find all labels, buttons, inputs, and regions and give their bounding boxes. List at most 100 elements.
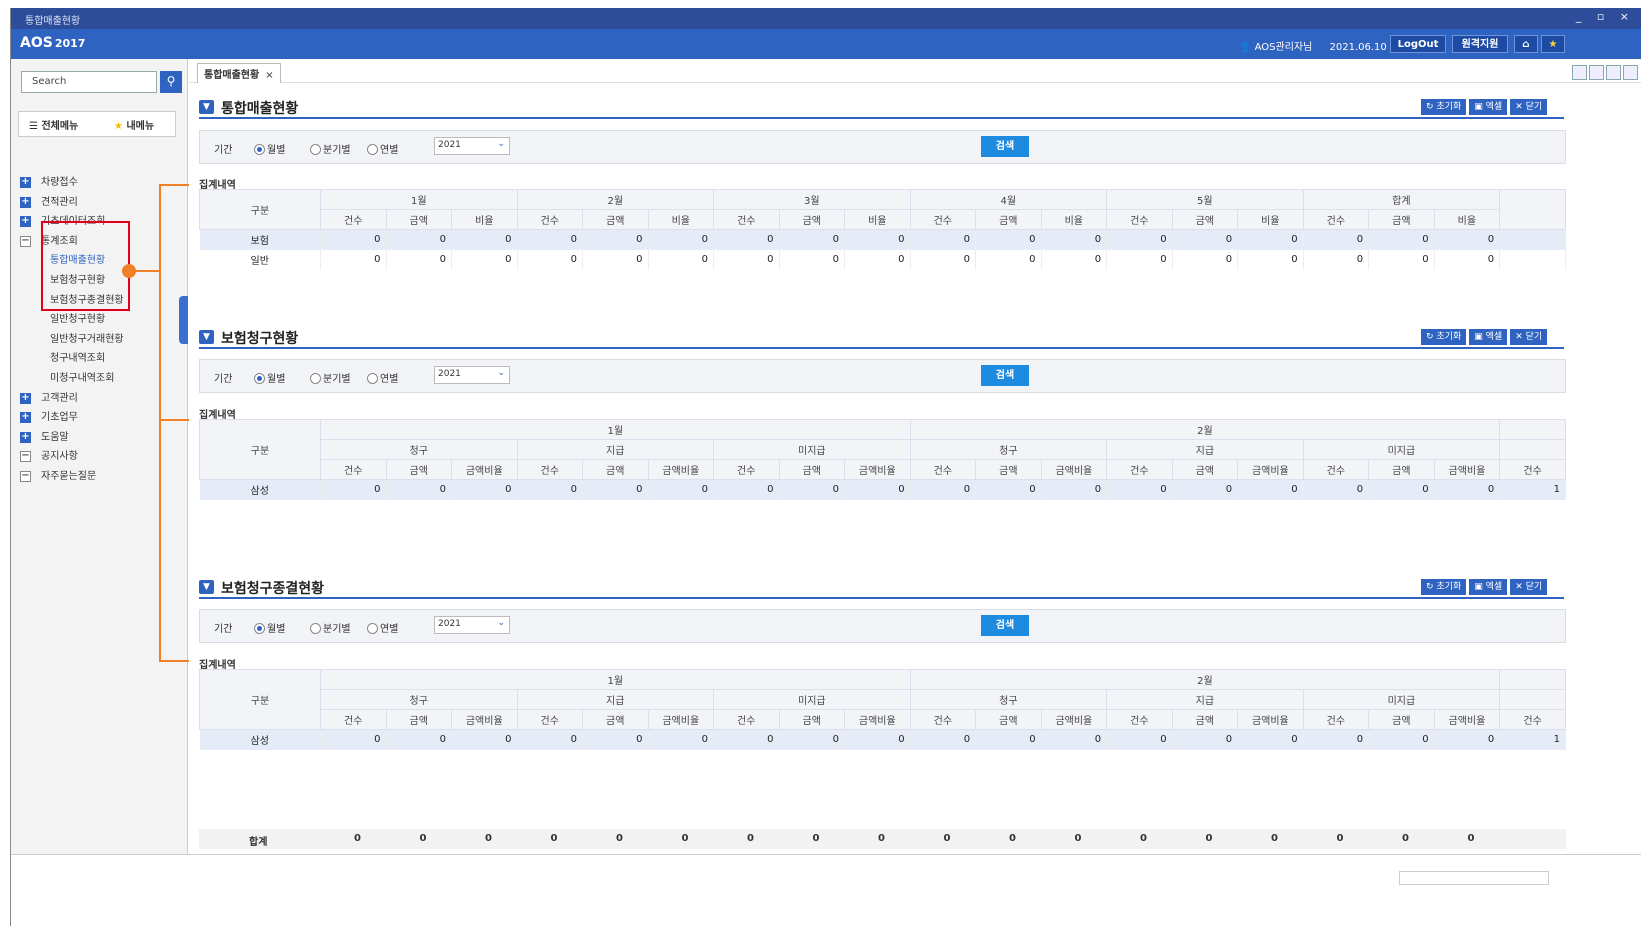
radio-monthly[interactable]: 월별 [254,620,285,635]
header-metric: 금액비율 [1040,709,1108,730]
search-icon[interactable]: ⚲ [160,71,182,93]
radio-button[interactable] [254,373,265,384]
expand-icon[interactable]: + [20,216,31,228]
header-metric: 금액 [1171,459,1239,480]
radio-quarterly[interactable]: 분기별 [310,141,351,156]
chevron-down-icon[interactable]: ▼ [199,330,214,344]
grid-icon[interactable] [1623,65,1638,80]
expand-icon[interactable]: + [20,431,31,443]
radio-yearly[interactable]: 연별 [367,620,398,635]
table-cell: 0 [386,479,452,500]
header-metric: 건수 [713,709,780,730]
sidebar-item-label: 청구내역조회 [50,353,106,365]
table-row[interactable]: 보험 0 0 0 0 0 0 0 0 0 0 0 0 0 0 0 0 0 0 [199,229,1566,250]
radio-button[interactable] [310,623,321,634]
radio-yearly[interactable]: 연별 [367,141,398,156]
total-cell: 0 [812,833,820,844]
search-button[interactable]: 검색 [981,365,1029,386]
table-cell: 0 [1434,729,1501,750]
radio-quarterly[interactable]: 분기별 [310,370,351,385]
header-category: 구분 [199,669,321,730]
close-icon[interactable]: × [265,70,273,81]
total-cell: 0 [485,833,492,844]
table-cell [1499,229,1566,250]
radio-button[interactable] [254,144,265,155]
radio-button[interactable] [367,623,378,634]
header-metric: 건수 [1499,709,1566,730]
table-cell: 0 [1106,229,1173,250]
chevron-down-icon[interactable]: ▼ [199,580,214,594]
expand-icon[interactable]: + [20,196,31,208]
radio-monthly[interactable]: 월별 [254,141,285,156]
close-button[interactable]: ✕ 닫기 [1510,99,1548,115]
radio-yearly[interactable]: 연별 [367,370,398,385]
connector-line [159,660,189,662]
collapse-icon[interactable]: − [20,470,31,482]
header-metric: 건수 [713,209,780,230]
table-cell: 0 [1041,249,1108,270]
header-group: 미지급 [1302,689,1501,710]
excel-button[interactable]: ▣ 엑셀 [1469,579,1508,595]
reset-button[interactable]: ↻ 초기화 [1421,329,1467,345]
close-button[interactable]: ✕ 닫기 [1510,579,1548,595]
collapse-icon[interactable]: − [20,451,31,463]
table-row[interactable]: 삼성 0 0 0 0 0 0 0 0 0 0 0 0 0 0 0 0 0 0 1 [199,479,1566,500]
button-label: 엑셀 [1485,582,1503,592]
sidebar-item-label: 자주묻는질문 [41,470,97,482]
reset-button[interactable]: ↻ 초기화 [1421,579,1467,595]
header-month: 5월 [1106,189,1304,210]
table-row[interactable]: 삼성 0 0 0 0 0 0 0 0 0 0 0 0 0 0 0 0 0 0 1 [199,729,1566,750]
chevron-down-icon[interactable]: ▼ [199,100,214,114]
logout-button[interactable]: LogOut [1390,35,1446,53]
menu-tabs: ☰ 전체메뉴 ★ 내메뉴 [18,111,176,137]
table-cell: 0 [975,479,1042,500]
reset-button[interactable]: ↻ 초기화 [1421,99,1467,115]
search-button[interactable]: 검색 [981,615,1029,636]
total-cell: 0 [1140,833,1147,844]
window-icon[interactable] [1606,65,1621,80]
refresh-icon[interactable] [1572,65,1587,80]
header-metric: 건수 [713,459,780,480]
table-cell: 0 [1172,249,1239,270]
close-button[interactable]: ✕ 닫기 [1510,329,1548,345]
table-row[interactable]: 일반 0 0 0 0 0 0 0 0 0 0 0 0 0 0 0 0 0 0 [199,249,1566,270]
table-cell: 0 [1303,229,1370,250]
expand-icon[interactable] [1589,65,1604,80]
table-cell: 0 [582,479,649,500]
header-metric: 금액 [975,709,1042,730]
sidebar-collapse-handle[interactable] [179,296,188,344]
search-button[interactable]: 검색 [981,136,1029,157]
header-group: 청구 [320,439,518,460]
expand-icon[interactable]: + [20,412,31,424]
radio-button[interactable] [367,144,378,155]
expand-icon[interactable]: + [20,392,31,404]
year-select[interactable]: 2021 ⌄ [434,616,510,634]
tab-my-menu[interactable]: ★ 내메뉴 [114,117,154,132]
search-input[interactable]: Search [21,71,157,93]
excel-button[interactable]: ▣ 엑셀 [1469,99,1508,115]
collapse-icon[interactable]: − [20,235,31,247]
radio-button[interactable] [254,623,265,634]
excel-button[interactable]: ▣ 엑셀 [1469,329,1508,345]
tab-all-menu[interactable]: ☰ 전체메뉴 [29,117,78,132]
year-select[interactable]: 2021 ⌄ [434,366,510,384]
radio-button[interactable] [310,373,321,384]
header-group: 지급 [1106,439,1304,460]
expand-icon[interactable]: + [20,177,31,188]
star-icon[interactable]: ★ [1541,35,1565,53]
remote-support-button[interactable]: 원격지원 [1452,35,1508,53]
window-controls[interactable]: _ ▫ × [1576,10,1635,23]
radio-button[interactable] [367,373,378,384]
radio-quarterly[interactable]: 분기별 [310,620,351,635]
radio-button[interactable] [310,144,321,155]
radio-monthly[interactable]: 월별 [254,370,285,385]
table-cell: 0 [975,249,1042,270]
user-icon: 👤 [1239,42,1252,53]
table-cell: 0 [517,249,584,270]
home-icon[interactable]: ⌂ [1514,35,1538,53]
year-select[interactable]: 2021 ⌄ [434,137,510,155]
section-actions: ↻ 초기화 ▣ 엑셀 ✕ 닫기 [1421,329,1550,345]
tab-sales-overview[interactable]: 통합매출현황 × [197,63,281,83]
chevron-down-icon: ⌄ [497,368,505,378]
header-group: 청구 [320,689,518,710]
